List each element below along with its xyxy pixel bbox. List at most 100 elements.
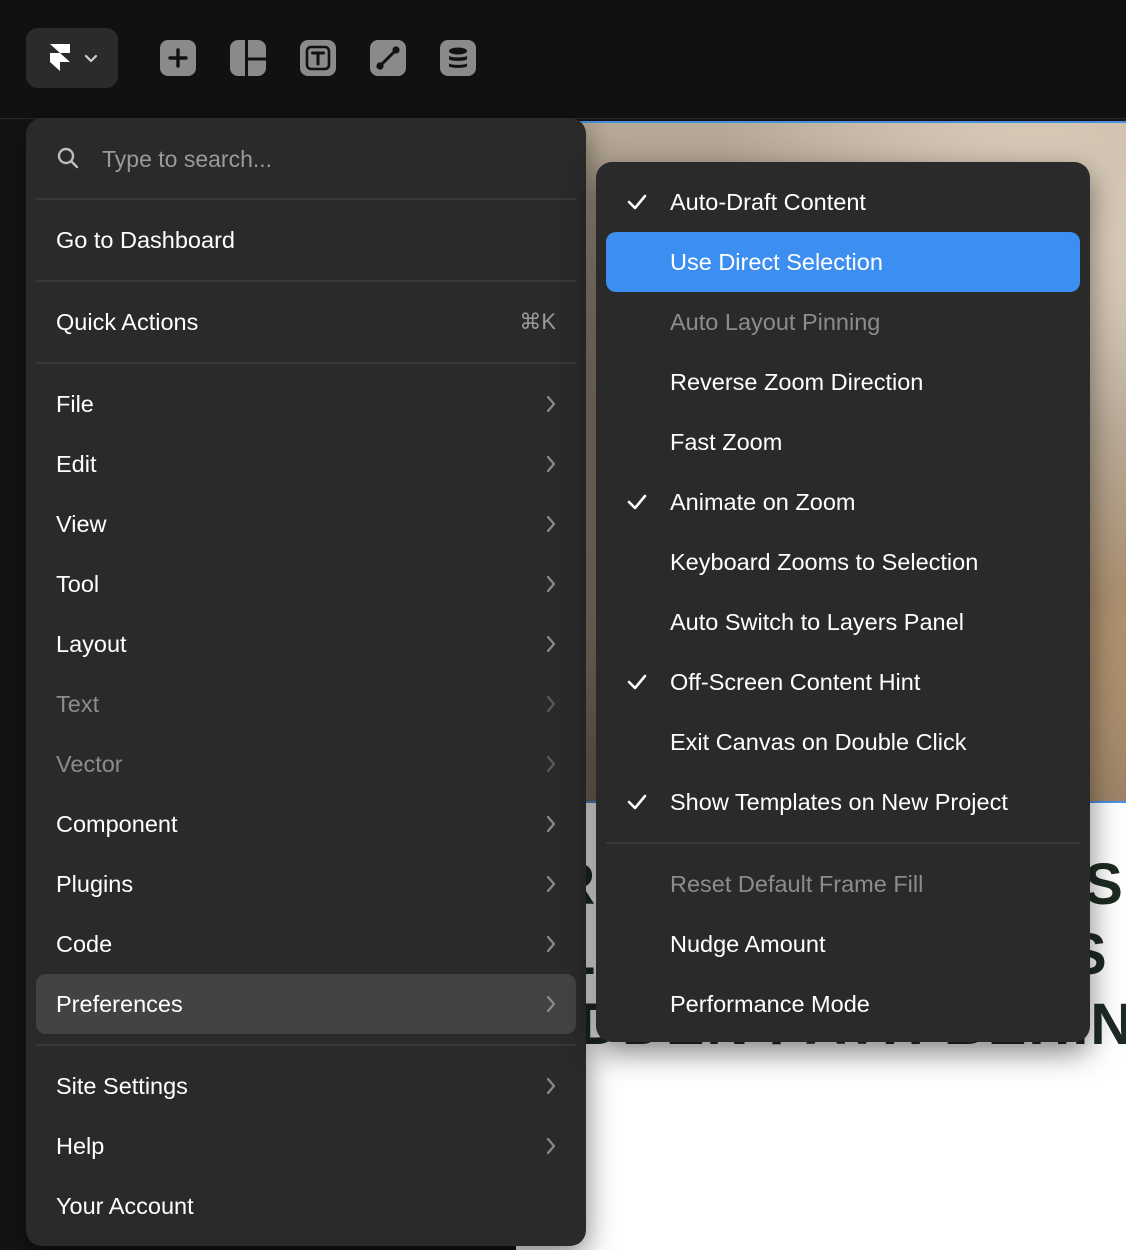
insert-button[interactable] (160, 40, 196, 76)
pref-label: Use Direct Selection (670, 249, 883, 275)
chevron-right-icon (546, 755, 556, 773)
submenu-divider (606, 842, 1080, 844)
layout-icon (245, 40, 266, 76)
pref-label: Reverse Zoom Direction (670, 369, 924, 395)
pref-off-screen-content-hint[interactable]: Off-Screen Content Hint (606, 652, 1080, 712)
chevron-right-icon (546, 575, 556, 593)
menu-item-label: View (56, 511, 107, 537)
text-icon (305, 45, 331, 71)
pref-keyboard-zooms-to-selection[interactable]: Keyboard Zooms to Selection (606, 532, 1080, 592)
menu-item-component[interactable]: Component (36, 794, 576, 854)
menu-item-label: Help (56, 1133, 105, 1159)
menu-item-plugins[interactable]: Plugins (36, 854, 576, 914)
menu-item-label: Your Account (56, 1193, 194, 1219)
chevron-down-icon (84, 54, 98, 63)
pref-fast-zoom[interactable]: Fast Zoom (606, 412, 1080, 472)
main-menu-button[interactable] (26, 28, 118, 88)
pref-performance-mode[interactable]: Performance Mode (606, 974, 1080, 1034)
pref-label: Exit Canvas on Double Click (670, 729, 967, 755)
menu-item-file[interactable]: File (36, 374, 576, 434)
menu-divider (36, 198, 576, 200)
menu-item-site-settings[interactable]: Site Settings (36, 1056, 576, 1116)
checkmark-icon (627, 674, 647, 690)
search-icon (57, 147, 79, 169)
pref-auto-layout-pinning: Auto Layout Pinning (606, 292, 1080, 352)
pref-label: Show Templates on New Project (670, 789, 1008, 815)
pref-reset-default-frame-fill: Reset Default Frame Fill (606, 854, 1080, 914)
menu-item-label: Vector (56, 751, 123, 777)
pref-label: Auto Layout Pinning (670, 309, 881, 335)
pref-label: Auto Switch to Layers Panel (670, 609, 964, 635)
text-tool-button[interactable] (300, 40, 336, 76)
checkmark-icon (627, 194, 647, 210)
menu-item-label: Layout (56, 631, 127, 657)
menu-divider (36, 362, 576, 364)
search-input[interactable] (100, 140, 544, 178)
checkmark-icon (627, 794, 647, 810)
chevron-right-icon (546, 875, 556, 893)
pref-auto-draft-content[interactable]: Auto-Draft Content (606, 172, 1080, 232)
preferences-submenu: Auto-Draft Content Use Direct Selection … (596, 162, 1090, 1042)
pref-label: Animate on Zoom (670, 489, 856, 515)
pref-reverse-zoom-direction[interactable]: Reverse Zoom Direction (606, 352, 1080, 412)
pref-auto-switch-to-layers-panel[interactable]: Auto Switch to Layers Panel (606, 592, 1080, 652)
chevron-right-icon (546, 815, 556, 833)
chevron-right-icon (546, 455, 556, 473)
pref-label: Keyboard Zooms to Selection (670, 549, 979, 575)
vector-icon (376, 46, 400, 70)
menu-item-vector: Vector (36, 734, 576, 794)
top-toolbar (0, 0, 1126, 119)
pref-label: Nudge Amount (670, 931, 826, 957)
chevron-right-icon (546, 395, 556, 413)
chevron-right-icon (546, 695, 556, 713)
go-to-dashboard-item[interactable]: Go to Dashboard (36, 210, 576, 270)
menu-item-label: Site Settings (56, 1073, 188, 1099)
menu-item-label: File (56, 391, 94, 417)
menu-divider (36, 280, 576, 282)
menu-item-text: Text (36, 674, 576, 734)
menu-item-label: Tool (56, 571, 100, 597)
main-menu: Go to Dashboard Quick Actions ⌘K File Ed… (26, 118, 586, 1246)
framer-logo-icon (50, 44, 70, 71)
checkmark-icon (627, 494, 647, 510)
menu-item-edit[interactable]: Edit (36, 434, 576, 494)
vector-tool-button[interactable] (370, 40, 406, 76)
menu-item-tool[interactable]: Tool (36, 554, 576, 614)
pref-label: Fast Zoom (670, 429, 783, 455)
pref-animate-on-zoom[interactable]: Animate on Zoom (606, 472, 1080, 532)
menu-item-layout[interactable]: Layout (36, 614, 576, 674)
cms-button[interactable] (440, 40, 476, 76)
menu-item-help[interactable]: Help (36, 1116, 576, 1176)
shortcut-label: ⌘K (519, 309, 556, 334)
chevron-right-icon (546, 1137, 556, 1155)
menu-item-label: Preferences (56, 991, 183, 1017)
pref-use-direct-selection[interactable]: Use Direct Selection (606, 232, 1080, 292)
pref-exit-canvas-on-double-click[interactable]: Exit Canvas on Double Click (606, 712, 1080, 772)
layout-button[interactable] (230, 40, 266, 76)
pref-label: Performance Mode (670, 991, 870, 1017)
menu-item-label: Code (56, 931, 113, 957)
menu-item-label: Quick Actions (56, 309, 199, 335)
chevron-right-icon (546, 935, 556, 953)
chevron-right-icon (546, 1077, 556, 1095)
search-row (26, 118, 586, 198)
chevron-right-icon (546, 635, 556, 653)
pref-show-templates-on-new-project[interactable]: Show Templates on New Project (606, 772, 1080, 832)
insert-icon (168, 48, 188, 68)
menu-item-label: Plugins (56, 871, 134, 897)
chevron-right-icon (546, 995, 556, 1013)
cms-icon (449, 47, 467, 68)
menu-item-label: Go to Dashboard (56, 227, 235, 253)
menu-divider (36, 1044, 576, 1046)
menu-item-preferences[interactable]: Preferences (36, 974, 576, 1034)
pref-label: Off-Screen Content Hint (670, 669, 921, 695)
menu-item-label: Text (56, 691, 100, 717)
menu-item-your-account[interactable]: Your Account (36, 1176, 576, 1236)
menu-item-code[interactable]: Code (36, 914, 576, 974)
quick-actions-item[interactable]: Quick Actions ⌘K (36, 292, 576, 352)
chevron-right-icon (546, 515, 556, 533)
menu-item-view[interactable]: View (36, 494, 576, 554)
pref-nudge-amount[interactable]: Nudge Amount (606, 914, 1080, 974)
menu-item-label: Edit (56, 451, 97, 477)
menu-item-label: Component (56, 811, 178, 837)
